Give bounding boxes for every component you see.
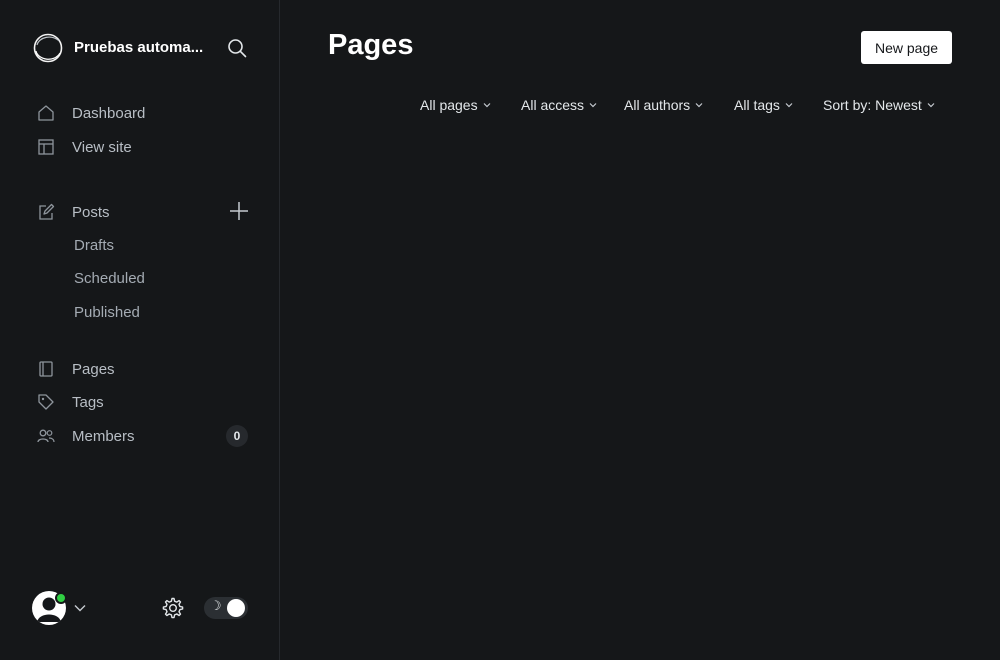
- sidebar-subitem-drafts[interactable]: Drafts: [74, 237, 114, 259]
- pencil-edit-icon: [36, 202, 56, 222]
- sidebar-item-members[interactable]: Members: [36, 424, 216, 448]
- chevron-down-icon: [483, 103, 491, 108]
- members-icon: [36, 426, 56, 446]
- sidebar-item-tags[interactable]: Tags: [36, 390, 250, 414]
- sidebar-item-label: View site: [72, 138, 132, 156]
- filter-label: All pages: [420, 97, 478, 113]
- sidebar-item-posts[interactable]: Posts: [36, 200, 216, 224]
- tag-icon: [36, 392, 56, 412]
- sidebar-item-view-site[interactable]: View site: [36, 135, 250, 159]
- sidebar-subitem-published[interactable]: Published: [74, 304, 140, 326]
- filter-label: All authors: [624, 97, 691, 113]
- filter-all-tags[interactable]: All tags: [734, 96, 793, 114]
- filter-all-pages[interactable]: All pages: [420, 96, 491, 114]
- chevron-down-icon[interactable]: [73, 601, 87, 615]
- sidebar: Pruebas automa... Dashboard View site Po…: [0, 0, 280, 660]
- filter-label: All tags: [734, 97, 780, 113]
- filter-sort-by[interactable]: Sort by: Newest: [823, 96, 935, 114]
- online-status-dot: [55, 592, 67, 604]
- search-icon[interactable]: [226, 37, 248, 59]
- page-icon: [36, 359, 56, 379]
- chevron-down-icon: [589, 103, 597, 108]
- filter-label: Sort by: Newest: [823, 97, 922, 113]
- layout-icon: [36, 137, 56, 157]
- chevron-down-icon: [785, 103, 793, 108]
- moon-icon: ☽: [210, 599, 222, 614]
- site-header: Pruebas automa...: [32, 31, 248, 65]
- sidebar-item-label: Members: [72, 427, 135, 445]
- sidebar-item-label: Posts: [72, 203, 110, 221]
- sidebar-item-dashboard[interactable]: Dashboard: [36, 101, 250, 125]
- filter-all-access[interactable]: All access: [521, 96, 597, 114]
- dark-mode-toggle[interactable]: ☽: [204, 597, 248, 619]
- sidebar-item-label: Dashboard: [72, 104, 146, 122]
- filter-all-authors[interactable]: All authors: [624, 96, 703, 114]
- sidebar-item-pages[interactable]: Pages: [36, 357, 250, 381]
- filter-label: All access: [521, 97, 585, 113]
- sidebar-subitem-scheduled[interactable]: Scheduled: [74, 270, 145, 292]
- sidebar-item-label: Tags: [72, 393, 104, 411]
- sidebar-item-label: Pages: [72, 360, 115, 378]
- add-post-plus-icon[interactable]: [228, 200, 250, 222]
- members-count-badge: 0: [226, 425, 248, 447]
- page-title: Pages: [328, 29, 414, 61]
- gear-icon[interactable]: [161, 596, 185, 620]
- site-title[interactable]: Pruebas automa...: [74, 39, 212, 56]
- toggle-knob: [227, 599, 245, 617]
- new-page-button[interactable]: New page: [861, 31, 952, 64]
- app-window: Pruebas automa... Dashboard View site Po…: [0, 0, 1000, 660]
- home-icon: [36, 103, 56, 123]
- chevron-down-icon: [927, 103, 935, 108]
- chevron-down-icon: [695, 103, 703, 108]
- site-logo-icon: [33, 33, 63, 63]
